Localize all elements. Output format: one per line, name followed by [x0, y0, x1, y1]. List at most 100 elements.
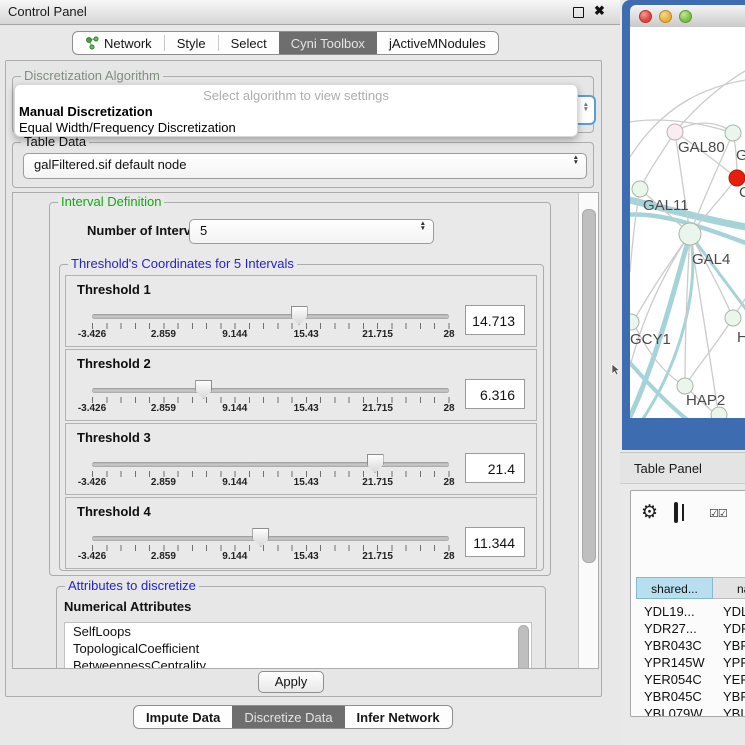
table-row[interactable]: YDL19...YDL1 — [631, 603, 745, 620]
cell: YDR27... — [644, 620, 697, 637]
threshold-4-slider-track[interactable] — [92, 536, 449, 541]
algorithm-group-title: Discretization Algorithm — [21, 69, 163, 83]
table-data-value: galFiltered.sif default node — [34, 157, 186, 172]
cell: YER054C — [644, 671, 702, 688]
table-row[interactable]: YBL079WYBL0 — [631, 705, 745, 717]
threshold-3-value-field[interactable]: 21.4 — [465, 453, 525, 483]
cell: YPR145W — [644, 654, 705, 671]
tab-discretize-data[interactable]: Discretize Data — [232, 706, 344, 728]
node-h[interactable] — [725, 310, 741, 326]
tab-impute-data-label: Impute Data — [146, 710, 220, 725]
threshold-2-label: Threshold 2 — [77, 356, 151, 371]
table-data-group: Table Data galFiltered.sif default node … — [12, 142, 594, 188]
network-canvas[interactable]: GAL80 GA C GAL11 GAL4 GCY1 H HAP2 — [630, 27, 745, 418]
tab-select[interactable]: Select — [219, 32, 279, 54]
tab-jactivemnodules[interactable]: jActiveMNodules — [377, 32, 498, 54]
node-label-gal4: GAL4 — [692, 251, 730, 268]
scale-label: -3.426 — [78, 329, 106, 340]
columns-icon[interactable] — [674, 502, 678, 523]
dropdown-item-manual-discretization[interactable]: Manual Discretization — [19, 104, 153, 119]
table-row[interactable]: YER054CYER0 — [631, 671, 745, 688]
cell: YBR043C — [644, 637, 702, 654]
tab-infer-network-label: Infer Network — [357, 710, 440, 725]
threshold-1-label: Threshold 1 — [77, 282, 151, 297]
scale-label: 21.715 — [362, 551, 393, 562]
node-label-h: H — [737, 329, 745, 346]
threshold-2-slider-track[interactable] — [92, 388, 449, 393]
scale-label: 9.144 — [222, 403, 247, 414]
cell: YDL1 — [723, 603, 745, 620]
combo-stepper-icon: ▲▼ — [420, 221, 426, 231]
cell: YBL079W — [644, 705, 703, 717]
network-graph — [630, 27, 745, 418]
tab-infer-network[interactable]: Infer Network — [345, 706, 452, 728]
numerical-attributes-list[interactable]: SelfLoops TopologicalCoefficient Between… — [64, 622, 532, 669]
scale-label: 15.43 — [294, 403, 319, 414]
column-header-name[interactable]: na — [713, 577, 745, 599]
node-label-gal80: GAL80 — [678, 139, 725, 156]
maximize-traffic-light[interactable] — [679, 10, 692, 23]
settings-scrollbar-thumb[interactable] — [582, 209, 596, 563]
settings-scroll-panel: Interval Definition Number of Intervals … — [12, 192, 599, 669]
cell: YBR045C — [644, 688, 702, 705]
panel-title: Control Panel — [8, 4, 87, 19]
list-item[interactable]: BetweennessCentrality — [65, 657, 531, 669]
tab-network[interactable]: Network — [73, 32, 164, 54]
close-traffic-light[interactable] — [639, 10, 652, 23]
list-scrollbar[interactable] — [518, 625, 529, 669]
table-panel-titlebar: Table Panel — [620, 452, 745, 484]
node-partial-top[interactable] — [725, 125, 741, 141]
tab-cyni-toolbox[interactable]: Cyni Toolbox — [279, 32, 377, 54]
scale-label: 9.144 — [222, 477, 247, 488]
threshold-1-slider-track[interactable] — [92, 314, 449, 319]
attributes-group: Attributes to discretize Numerical Attri… — [56, 586, 546, 669]
table-panel-title: Table Panel — [634, 461, 702, 476]
threshold-3-slider-track[interactable] — [92, 462, 449, 467]
node-gal80[interactable] — [667, 124, 683, 140]
table-row[interactable]: YPR145W YPR1 — [631, 654, 745, 671]
network-view-window[interactable]: GAL80 GA C GAL11 GAL4 GCY1 H HAP2 — [622, 0, 745, 450]
node-label-partial-right: C — [739, 184, 745, 201]
control-panel-titlebar: Control Panel ✖ — [0, 0, 620, 25]
table-data-combobox[interactable]: galFiltered.sif default node ▲▼ — [23, 153, 587, 179]
threshold-4-value-field[interactable]: 11.344 — [465, 527, 525, 557]
slider-scale-labels: -3.426 2.859 9.144 15.43 21.715 28 — [92, 477, 449, 489]
scale-label: 9.144 — [222, 329, 247, 340]
screen: Control Panel ✖ Network Style Select Cyn… — [0, 0, 745, 745]
node-label-gal11: GAL11 — [643, 197, 689, 214]
threshold-2-value-field[interactable]: 6.316 — [465, 379, 525, 409]
float-icon[interactable] — [573, 7, 584, 18]
number-of-intervals-combobox[interactable]: 5 ▲▼ — [189, 219, 434, 244]
node-label-hap2: HAP2 — [686, 392, 725, 409]
tab-impute-data[interactable]: Impute Data — [134, 706, 232, 728]
checkbox-columns-icon[interactable]: ☑☑ — [709, 507, 727, 520]
node-gal4[interactable] — [679, 223, 701, 245]
tab-style-label: Style — [177, 36, 206, 51]
close-icon[interactable]: ✖ — [594, 3, 605, 19]
table-data-title: Table Data — [21, 135, 89, 149]
tab-style[interactable]: Style — [165, 32, 218, 54]
settings-vertical-scrollbar[interactable] — [578, 193, 599, 668]
list-item[interactable]: TopologicalCoefficient — [65, 640, 531, 657]
node-gal11[interactable] — [632, 181, 648, 197]
minimize-traffic-light[interactable] — [659, 10, 672, 23]
threshold-3-panel: Threshold 3 -3.426 2.859 9.144 15.43 21.… — [65, 423, 537, 495]
list-item[interactable]: SelfLoops — [65, 623, 531, 640]
tab-network-label: Network — [104, 36, 152, 51]
node-gcy1[interactable] — [630, 314, 639, 330]
apply-button[interactable]: Apply — [258, 671, 324, 693]
table-row[interactable]: YBR045CYBR0 — [631, 688, 745, 705]
interval-definition-title: Interval Definition — [58, 195, 164, 209]
column-header-shared-name[interactable]: shared... — [636, 577, 713, 599]
dropdown-item-equal-width[interactable]: Equal Width/Frequency Discretization — [19, 120, 236, 135]
tab-select-label: Select — [231, 36, 267, 51]
number-of-intervals-value: 5 — [200, 223, 207, 238]
threshold-coordinates-group: Threshold's Coordinates for 5 Intervals … — [59, 264, 544, 571]
threshold-1-value-field[interactable]: 14.713 — [465, 305, 525, 335]
gear-icon[interactable]: ⚙︎ — [641, 503, 658, 522]
cell: YPR1 — [723, 654, 745, 671]
slider-scale-labels: -3.426 2.859 9.144 15.43 21.715 28 — [92, 329, 449, 341]
network-window-titlebar[interactable] — [630, 5, 745, 28]
table-row[interactable]: YDR27...YDR2 — [631, 620, 745, 637]
table-row[interactable]: YBR043CYBR0 — [631, 637, 745, 654]
